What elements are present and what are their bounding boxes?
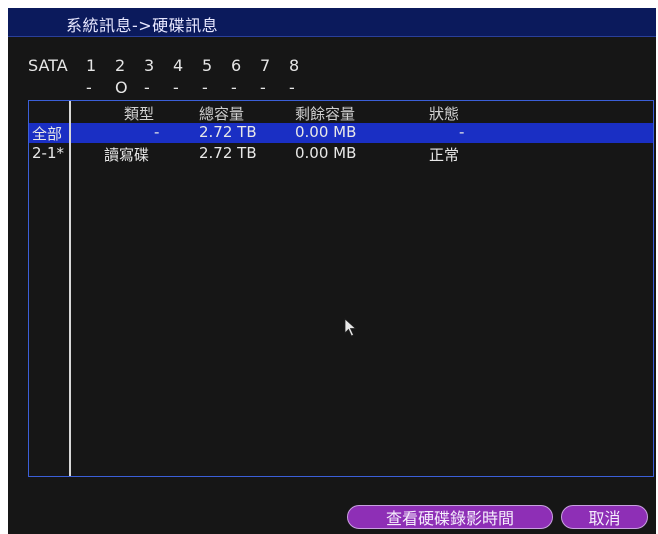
sata-port-status: - O - - - - - - [86, 78, 318, 97]
disk-table: 類型 總容量 剩餘容量 狀態 全部 - 2.72 TB 0.00 MB - 2-… [28, 100, 654, 477]
table-row[interactable]: 2-1* 讀寫碟 2.72 TB 0.00 MB 正常 [29, 144, 653, 164]
table-row[interactable]: 全部 - 2.72 TB 0.00 MB - [29, 123, 653, 143]
row-free: 0.00 MB [295, 144, 357, 162]
row-total: 2.72 TB [199, 144, 257, 162]
view-record-time-button[interactable]: 查看硬碟錄影時間 [347, 505, 553, 529]
row-id: 2-1* [32, 144, 64, 162]
row-type: 讀寫碟 [104, 146, 150, 164]
cancel-button[interactable]: 取消 [561, 505, 648, 529]
header-type: 類型 [124, 105, 155, 123]
sata-status-8: - [289, 78, 295, 97]
sata-port-7: 7 [260, 56, 271, 75]
sata-label: SATA [28, 56, 68, 75]
table-column-divider [69, 101, 71, 476]
header-free-capacity: 剩餘容量 [295, 105, 356, 123]
sata-port-6: 6 [231, 56, 242, 75]
sata-port-3: 3 [144, 56, 155, 75]
sata-port-8: 8 [289, 56, 300, 75]
window-title: 系統訊息->硬碟訊息 [66, 16, 219, 35]
sata-port-numbers: SATA 1 2 3 4 5 6 7 8 [28, 56, 318, 75]
sata-status-6: - [231, 78, 237, 97]
sata-status-5: - [202, 78, 208, 97]
sata-status-3: - [144, 78, 150, 97]
sata-status-2: O [115, 78, 128, 97]
header-status: 狀態 [429, 105, 460, 123]
row-free: 0.00 MB [295, 123, 357, 141]
header-total-capacity: 總容量 [199, 105, 245, 123]
sata-port-2: 2 [115, 56, 126, 75]
table-header: 類型 總容量 剩餘容量 狀態 [29, 103, 653, 123]
row-status: 正常 [429, 146, 460, 164]
title-bar: 系統訊息->硬碟訊息 [8, 8, 656, 37]
sata-status-4: - [173, 78, 179, 97]
row-type: - [154, 123, 160, 141]
row-status: - [459, 123, 465, 141]
sata-port-1: 1 [86, 56, 97, 75]
sata-port-5: 5 [202, 56, 213, 75]
sata-status-7: - [260, 78, 266, 97]
mouse-pointer-icon [344, 318, 357, 337]
row-total: 2.72 TB [199, 123, 257, 141]
row-id: 全部 [32, 125, 63, 143]
sata-status-1: - [86, 78, 92, 97]
sata-port-4: 4 [173, 56, 184, 75]
